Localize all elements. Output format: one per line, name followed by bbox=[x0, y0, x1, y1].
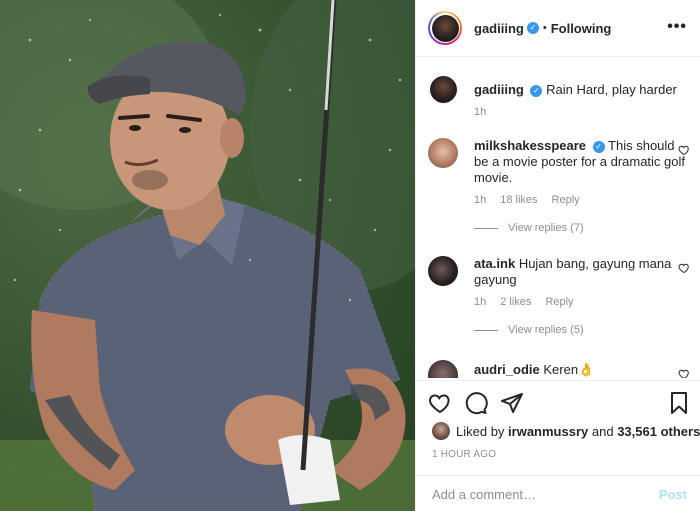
caption-body: Rain Hard, play harder bbox=[546, 82, 677, 97]
liked-by: Liked by irwanmussry and 33,561 others bbox=[432, 422, 700, 440]
liked-and: and bbox=[591, 423, 614, 439]
heart-icon[interactable] bbox=[678, 368, 690, 378]
caption-time: 1h bbox=[474, 106, 487, 118]
comment-item: ata.ink Hujan bang, gayung mana gayung 1… bbox=[428, 256, 690, 336]
more-options-icon[interactable]: ••• bbox=[667, 18, 687, 36]
post-header: gadiiing ✓ • Following ••• bbox=[416, 0, 700, 57]
verified-badge-icon: ✓ bbox=[592, 140, 605, 153]
view-replies-label[interactable]: View replies (7) bbox=[508, 222, 584, 234]
comment-item: audri_odie Keren👌 bbox=[428, 360, 690, 378]
comment-text: ata.ink Hujan bang, gayung mana gayung bbox=[474, 256, 690, 288]
post-panel: gadiiing ✓ • Following ••• gadiiing ✓ Ra… bbox=[415, 0, 700, 511]
reply-button[interactable]: Reply bbox=[552, 194, 580, 206]
comments-list[interactable]: gadiiing ✓ Rain Hard, play harder 1h mil… bbox=[416, 58, 700, 378]
heart-icon[interactable] bbox=[428, 391, 452, 415]
view-replies[interactable]: View replies (5) bbox=[474, 324, 690, 336]
post-timestamp[interactable]: 1 HOUR AGO bbox=[432, 449, 496, 460]
caption-avatar[interactable] bbox=[428, 74, 458, 104]
action-icons bbox=[428, 391, 524, 415]
author-username[interactable]: gadiiing bbox=[474, 21, 524, 36]
following-button[interactable]: Following bbox=[551, 21, 612, 36]
commenter-avatar[interactable] bbox=[428, 256, 458, 286]
caption: gadiiing ✓ Rain Hard, play harder 1h bbox=[428, 74, 690, 118]
view-replies[interactable]: View replies (7) bbox=[474, 222, 690, 234]
comment-meta: 1h 2 likes Reply bbox=[474, 296, 690, 308]
post-button[interactable]: Post bbox=[659, 487, 687, 502]
liked-prefix: Liked by bbox=[456, 423, 505, 439]
comment-icon[interactable] bbox=[464, 391, 488, 415]
comment-username[interactable]: audri_odie bbox=[474, 362, 540, 377]
comment-username[interactable]: ata.ink bbox=[474, 256, 515, 271]
verified-badge-icon: ✓ bbox=[526, 22, 539, 34]
comment-likes[interactable]: 2 likes bbox=[500, 296, 531, 308]
liked-count[interactable]: 33,561 others bbox=[617, 424, 700, 439]
caption-text: gadiiing ✓ Rain Hard, play harder bbox=[474, 74, 690, 98]
golfer-illustration bbox=[0, 0, 415, 511]
separator-dot: • bbox=[542, 22, 547, 34]
commenter-avatar[interactable] bbox=[428, 360, 458, 378]
commenter-avatar[interactable] bbox=[428, 138, 458, 168]
author-avatar[interactable] bbox=[428, 11, 462, 45]
bookmark-icon[interactable] bbox=[667, 391, 691, 415]
comment-username[interactable]: milkshakesspeare bbox=[474, 138, 586, 153]
caption-meta: 1h bbox=[474, 106, 690, 118]
view-replies-label[interactable]: View replies (5) bbox=[508, 324, 584, 336]
comment-text: audri_odie Keren👌 bbox=[474, 360, 690, 378]
comment-input[interactable]: Add a comment… bbox=[432, 487, 659, 502]
reply-button[interactable]: Reply bbox=[545, 296, 573, 308]
liked-user[interactable]: irwanmussry bbox=[508, 424, 588, 439]
verified-badge-icon: ✓ bbox=[530, 84, 543, 97]
comment-item: milkshakesspeare ✓ This should be a movi… bbox=[428, 138, 690, 234]
comment-meta: 1h 18 likes Reply bbox=[474, 194, 690, 206]
comment-text: milkshakesspeare ✓ This should be a movi… bbox=[474, 138, 690, 186]
comment-likes[interactable]: 18 likes bbox=[500, 194, 537, 206]
heart-icon[interactable] bbox=[678, 262, 690, 274]
comment-box: Add a comment… Post bbox=[416, 475, 700, 511]
header-name-row: gadiiing ✓ • Following bbox=[474, 21, 611, 36]
comment-time: 1h bbox=[474, 296, 487, 308]
heart-icon[interactable] bbox=[678, 144, 690, 156]
share-icon[interactable] bbox=[500, 391, 524, 415]
comment-time: 1h bbox=[474, 194, 487, 206]
post-photo[interactable] bbox=[0, 0, 415, 511]
post-actions: Liked by irwanmussry and 33,561 others 1… bbox=[416, 380, 700, 511]
caption-username[interactable]: gadiiing bbox=[474, 82, 524, 97]
comment-body: Keren👌 bbox=[543, 362, 595, 377]
liker-avatar[interactable] bbox=[432, 422, 450, 440]
